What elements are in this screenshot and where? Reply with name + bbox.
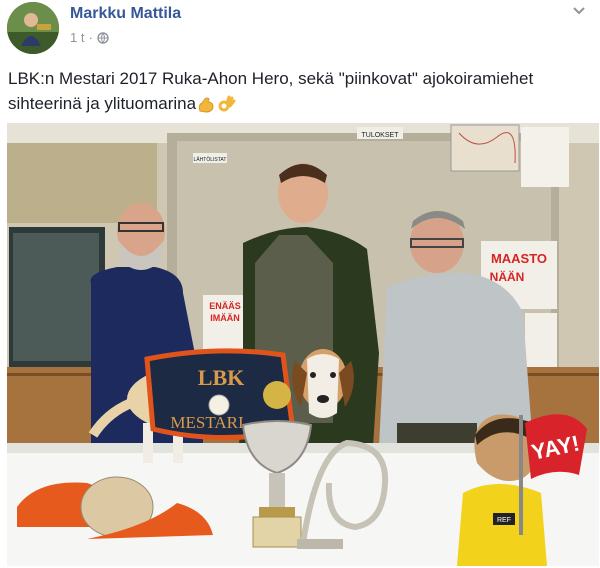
facebook-post: Markku Mattila 1 t · LBK:n Mestari 2017 …: [0, 0, 600, 568]
sign-lahtolistat: LÄHTÖLISTAT: [194, 156, 227, 163]
author-name[interactable]: Markku Mattila: [70, 5, 181, 23]
post-photo[interactable]: TULOKSET LÄHTÖLISTAT MAASTO NÄÄN ENÄÄS I…: [7, 123, 599, 566]
chevron-down-icon[interactable]: [572, 6, 586, 16]
referee-badge: REF: [497, 517, 511, 524]
sign-tulokset: TULOKSET: [362, 132, 400, 139]
poster-imaan: IMÄÄN: [210, 313, 240, 323]
poster-maasto: MAASTO: [491, 251, 547, 266]
ok-hand-icon: [218, 95, 236, 112]
poster-maasto-sub: NÄÄN: [490, 269, 525, 284]
post-meta: 1 t ·: [70, 30, 109, 45]
avatar-image: [7, 2, 59, 54]
post-body: LBK:n Mestari 2017 Ruka-Ahon Hero, sekä …: [8, 69, 534, 113]
photo-scene: TULOKSET LÄHTÖLISTAT MAASTO NÄÄN ENÄÄS I…: [7, 123, 599, 566]
meta-separator: ·: [88, 30, 93, 45]
poster-enaas: ENÄÄS: [209, 301, 241, 311]
blanket-lbk: LBK: [198, 365, 244, 390]
post-text: LBK:n Mestari 2017 Ruka-Ahon Hero, sekä …: [8, 66, 588, 116]
author-avatar[interactable]: [7, 2, 59, 54]
globe-icon[interactable]: [97, 31, 109, 44]
blanket-mestari: MESTARI: [170, 413, 244, 432]
post-timestamp[interactable]: 1 t: [70, 30, 84, 45]
flexed-biceps-icon: [198, 97, 214, 113]
